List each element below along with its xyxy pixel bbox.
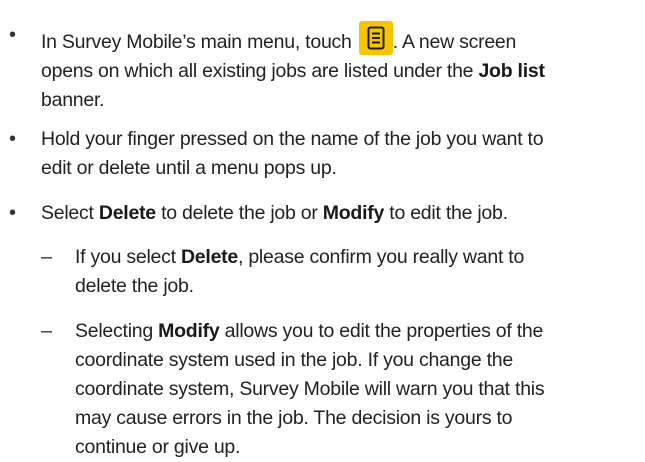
bold-term: Job list — [478, 60, 545, 82]
text-line: opens on which all existing jobs are lis… — [41, 57, 631, 86]
text-line: If you select Delete, please confirm you… — [75, 243, 635, 272]
text-line: continue or give up. — [75, 433, 635, 462]
text-segment: edit or delete until a menu pops up. — [41, 157, 337, 179]
text-line: In Survey Mobile’s main menu, touch . A … — [41, 21, 631, 57]
bold-term: Modify — [322, 202, 385, 224]
text-line: Hold your finger pressed on the name of … — [41, 125, 631, 154]
text-line: delete the job. — [75, 272, 635, 301]
text-line: Selecting Modify allows you to edit the … — [75, 317, 635, 346]
text-line: coordinate system used in the job. If yo… — [75, 346, 635, 375]
job-list-icon — [358, 21, 393, 55]
text-segment: Selecting — [75, 320, 159, 342]
text-segment: may cause errors in the job. The decisio… — [75, 407, 513, 429]
instruction-text: Select Delete to delete the job or Modif… — [41, 199, 631, 228]
bullet-marker: • — [9, 128, 17, 150]
text-segment: continue or give up. — [75, 436, 241, 458]
dash-marker: – — [41, 246, 53, 268]
text-segment: allows you to edit the properties of the — [219, 320, 544, 342]
dash-marker: – — [41, 320, 53, 342]
bullet-marker: • — [9, 202, 17, 224]
instruction-text: Selecting Modify allows you to edit the … — [75, 317, 635, 462]
bold-term: Delete — [180, 246, 238, 268]
text-segment: opens on which all existing jobs are lis… — [41, 60, 479, 82]
text-line: edit or delete until a menu pops up. — [41, 154, 631, 183]
bold-term: Modify — [158, 320, 220, 342]
text-segment: to delete the job or — [155, 202, 323, 224]
text-segment: . A new screen — [392, 31, 517, 53]
instruction-text: In Survey Mobile’s main menu, touch . A … — [41, 21, 631, 115]
bold-term: Delete — [98, 202, 156, 224]
instruction-text: If you select Delete, please confirm you… — [75, 243, 635, 301]
text-segment: If you select — [75, 246, 181, 268]
text-segment: coordinate system, Survey Mobile will wa… — [75, 378, 545, 400]
text-line: coordinate system, Survey Mobile will wa… — [75, 375, 635, 404]
text-segment: delete the job. — [75, 275, 194, 297]
text-line: banner. — [41, 86, 631, 115]
text-segment: coordinate system used in the job. If yo… — [75, 349, 513, 371]
instruction-document: • In Survey Mobile’s main menu, touch . A… — [0, 0, 645, 460]
text-segment: to edit the job. — [384, 202, 508, 224]
text-segment: Hold your finger pressed on the name of … — [41, 128, 544, 150]
text-segment: Select — [41, 202, 99, 224]
text-line: Select Delete to delete the job or Modif… — [41, 199, 631, 228]
text-segment: , please confirm you really want to — [238, 246, 525, 268]
text-segment: banner. — [41, 89, 105, 111]
text-line: may cause errors in the job. The decisio… — [75, 404, 635, 433]
instruction-text: Hold your finger pressed on the name of … — [41, 125, 631, 183]
bullet-marker: • — [9, 24, 17, 46]
text-segment: In Survey Mobile’s main menu, touch — [41, 31, 357, 53]
